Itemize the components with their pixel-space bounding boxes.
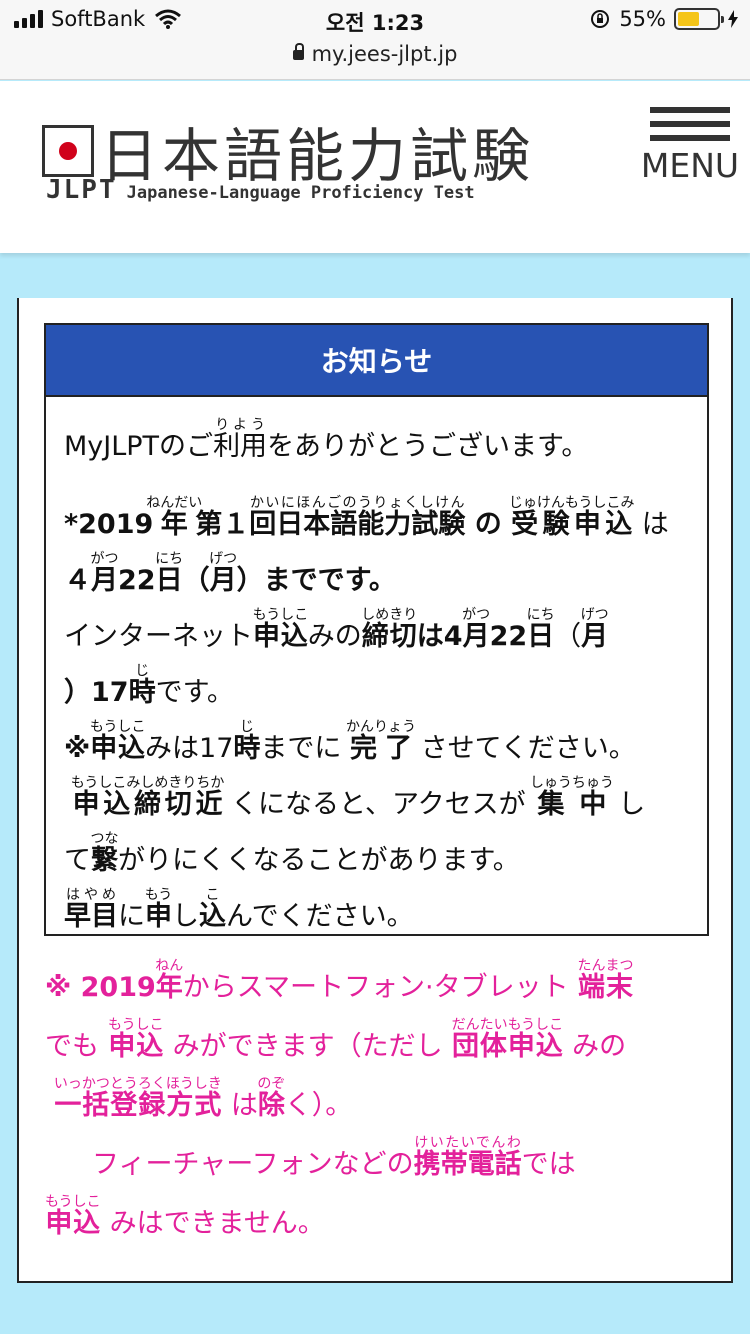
notice-line-3: ４月がつ22日にち（月げつ）までです。 — [64, 551, 396, 596]
notice-line-9: 早目はやめに申もうし込こんでください。 — [64, 887, 414, 932]
site-header: 日本語能力試験 JLPT Japanese-Language Proficien… — [0, 81, 750, 253]
pink-line-3: 一括登録方式いっかつとうろくほうしき は除のぞく）。 — [53, 1076, 353, 1121]
notice-box: お知らせ MyJLPTのご利用りようをありがとうございます。 *2019年ねんだ… — [44, 323, 709, 936]
battery-icon — [674, 8, 724, 30]
url-bar[interactable]: my.jees-jlpt.jp — [0, 42, 750, 66]
smartphone-note: ※ 2019年ねんからスマートフォン·タブレット 端末たんまつ でも 申込もうし… — [45, 958, 725, 1253]
notice-line-5: ）17時じです。 — [64, 663, 234, 708]
notice-line-6: ※申込もうしこみは17時じまでに 完了かんりょう させてください。 — [64, 719, 636, 764]
notice-line-7: 申込締切近もうしこみしめきりちか くになると、アクセスが 集中しゅうちゅう し — [70, 775, 646, 820]
url-text: my.jees-jlpt.jp — [311, 42, 458, 66]
notice-line-4: インターネット申込もうしこみの締切しめきりは4月がつ22日にち（月げつ — [64, 607, 609, 652]
pink-line-4: フィーチャーフォンなどの携帯電話けいたいでんわでは — [92, 1135, 576, 1180]
notice-body: MyJLPTのご利用りようをありがとうございます。 *2019年ねんだい第１回日… — [46, 397, 707, 943]
flag-icon — [42, 125, 94, 177]
status-bar: SoftBank 오전 1:23 55% my.jees-jlpt.jp — [0, 0, 750, 80]
notice-line-2: *2019年ねんだい第１回日本語能力試験かいにほんごのうりょくしけん の 受験申… — [64, 495, 669, 540]
menu-label: MENU — [640, 146, 740, 185]
battery-percent: 55% — [619, 7, 666, 31]
status-right: 55% — [589, 7, 738, 31]
logo-subtitle: Japanese-Language Proficiency Test — [126, 183, 475, 203]
logo-abbr: JLPT — [46, 175, 117, 205]
menu-button[interactable]: MENU — [638, 107, 742, 182]
hamburger-icon — [638, 107, 742, 141]
lock-icon — [292, 43, 304, 60]
notice-line-8: て繋つながりにくくなることがあります。 — [64, 831, 520, 876]
notice-title: お知らせ — [46, 325, 707, 397]
pink-line-2: でも 申込もうしこ みができます（ただし 団体申込だんたいもうしこ みの — [45, 1017, 627, 1062]
charging-icon — [728, 10, 738, 28]
pink-line-5: 申込もうしこ みはできません。 — [45, 1194, 325, 1239]
pink-line-1: ※ 2019年ねんからスマートフォン·タブレット 端末たんまつ — [45, 958, 634, 1003]
content-card: お知らせ MyJLPTのご利用りようをありがとうございます。 *2019年ねんだ… — [17, 298, 733, 1283]
notice-line-1: MyJLPTのご利用りようをありがとうございます。 — [64, 417, 589, 462]
logo-subtitle-row: JLPT Japanese-Language Proficiency Test — [46, 175, 475, 205]
orientation-lock-icon — [591, 10, 610, 28]
